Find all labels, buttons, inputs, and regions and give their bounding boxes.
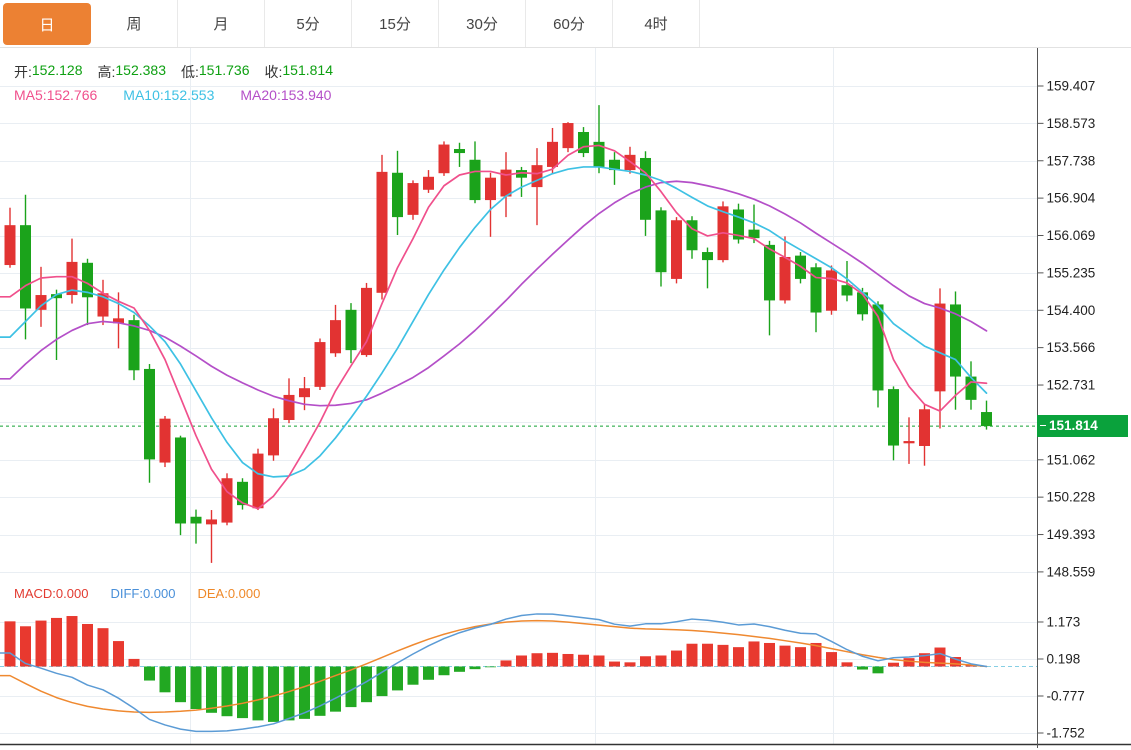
tab-15min[interactable]: 15分 — [352, 0, 439, 47]
ma20-value: MA20: 153.940 — [240, 87, 332, 103]
svg-text:1.173: 1.173 — [1047, 614, 1081, 629]
tab-month[interactable]: 月 — [178, 0, 265, 47]
candlestick-chart[interactable]: 159.407 158.573 157.738 156.904 156.069 155.2… — [0, 0, 1131, 750]
dea-value: DEA: 0.000 — [197, 586, 261, 601]
svg-text:-0.777: -0.777 — [1047, 688, 1085, 703]
svg-text:158.573: 158.573 — [1047, 116, 1096, 131]
tab-4hour[interactable]: 4时 — [613, 0, 700, 47]
svg-text:157.738: 157.738 — [1047, 153, 1096, 168]
tab-60min[interactable]: 60分 — [526, 0, 613, 47]
tab-week[interactable]: 周 — [91, 0, 178, 47]
svg-text:-1.752: -1.752 — [1047, 725, 1085, 740]
last-price-tag: 151.814 — [1037, 415, 1128, 437]
svg-text:149.393: 149.393 — [1047, 527, 1096, 542]
svg-text:0.198: 0.198 — [1047, 651, 1081, 666]
ma10-value: MA10: 152.553 — [123, 87, 215, 103]
svg-text:156.904: 156.904 — [1047, 191, 1096, 206]
tab-day[interactable]: 日 — [3, 3, 91, 45]
svg-text:151.062: 151.062 — [1047, 452, 1096, 467]
macd-value: MACD: 0.000 — [14, 586, 89, 601]
svg-text:155.235: 155.235 — [1047, 265, 1096, 280]
svg-text:150.228: 150.228 — [1047, 490, 1096, 505]
svg-text:148.559: 148.559 — [1047, 564, 1096, 579]
svg-text:156.069: 156.069 — [1047, 228, 1096, 243]
tab-30min[interactable]: 30分 — [439, 0, 526, 47]
macd-legend: MACD: 0.000 DIFF: 0.000 DEA: 0.000 — [14, 586, 260, 601]
svg-text:154.400: 154.400 — [1047, 303, 1096, 318]
svg-text:159.407: 159.407 — [1047, 79, 1096, 94]
ohlc-legend: 开: 152.128 高: 152.383 低: 151.736 收: 151.814 — [14, 62, 333, 82]
high-value: 高: 152.383 — [97, 62, 167, 80]
timeframe-tabbar: 日 周 月 5分 15分 30分 60分 4时 — [0, 0, 1131, 48]
trading-chart-app: 159.407 158.573 157.738 156.904 156.069 155.2… — [0, 0, 1131, 750]
low-value: 低: 151.736 — [181, 62, 250, 80]
open-value: 开: 152.128 — [14, 62, 83, 80]
diff-value: DIFF: 0.000 — [110, 586, 176, 601]
ma-legend: MA5: 152.766 MA10: 152.553 MA20: 153.940 — [14, 87, 331, 103]
close-value: 收: 151.814 — [264, 62, 334, 80]
tab-5min[interactable]: 5分 — [265, 0, 352, 47]
svg-text:152.731: 152.731 — [1047, 378, 1096, 393]
svg-text:153.566: 153.566 — [1047, 340, 1096, 355]
ma5-value: MA5: 152.766 — [14, 87, 98, 103]
